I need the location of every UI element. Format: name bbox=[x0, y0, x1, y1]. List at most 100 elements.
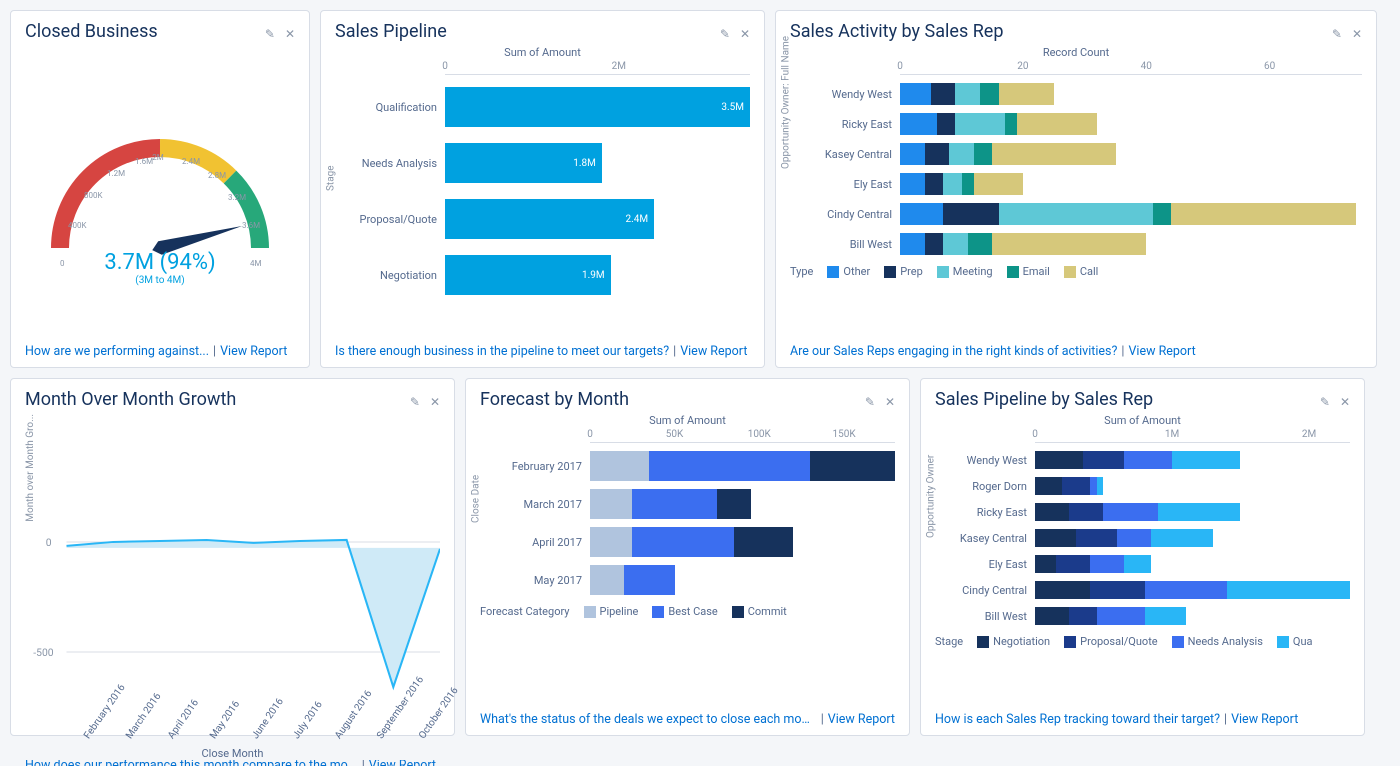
edit-icon[interactable]: ✎ bbox=[865, 395, 875, 409]
bar-segment[interactable] bbox=[900, 113, 937, 135]
legend-item[interactable]: Negotiation bbox=[977, 635, 1050, 648]
close-icon[interactable]: ✕ bbox=[430, 395, 440, 409]
bar-segment[interactable] bbox=[590, 527, 632, 557]
bar-segment[interactable] bbox=[1017, 113, 1097, 135]
close-icon[interactable]: ✕ bbox=[740, 27, 750, 41]
edit-icon[interactable]: ✎ bbox=[720, 27, 730, 41]
legend-item[interactable]: Best Case bbox=[652, 605, 717, 618]
bar-segment[interactable] bbox=[1171, 203, 1356, 225]
legend-item[interactable]: Pipeline bbox=[584, 605, 639, 618]
bar-segment[interactable] bbox=[900, 233, 925, 255]
bar-segment[interactable] bbox=[632, 489, 717, 519]
bar-segment[interactable] bbox=[925, 233, 943, 255]
edit-icon[interactable]: ✎ bbox=[1332, 27, 1342, 41]
bar-segment[interactable] bbox=[992, 143, 1115, 165]
legend-item[interactable]: Prep bbox=[884, 265, 923, 278]
bar-segment[interactable] bbox=[1097, 477, 1104, 495]
bar-segment[interactable] bbox=[1097, 607, 1145, 625]
bar-segment[interactable] bbox=[1090, 555, 1124, 573]
bar-segment[interactable] bbox=[590, 565, 624, 595]
bar-segment[interactable] bbox=[717, 489, 751, 519]
legend-item[interactable]: Qua bbox=[1277, 635, 1313, 648]
bar-segment[interactable] bbox=[943, 233, 968, 255]
bar-segment[interactable] bbox=[632, 527, 734, 557]
edit-icon[interactable]: ✎ bbox=[410, 395, 420, 409]
bar-segment[interactable]: 1.8M bbox=[445, 143, 602, 183]
bar-segment[interactable] bbox=[1153, 203, 1171, 225]
bar-segment[interactable] bbox=[590, 489, 632, 519]
bar-segment[interactable] bbox=[900, 203, 943, 225]
card-question-link[interactable]: How is each Sales Rep tracking toward th… bbox=[935, 712, 1220, 727]
bar-segment[interactable] bbox=[900, 143, 925, 165]
edit-icon[interactable]: ✎ bbox=[1320, 395, 1330, 409]
bar-segment[interactable] bbox=[1035, 503, 1069, 521]
edit-icon[interactable]: ✎ bbox=[265, 27, 275, 41]
card-question-link[interactable]: How are we performing against... bbox=[25, 344, 209, 359]
bar-segment[interactable] bbox=[1062, 477, 1089, 495]
close-icon[interactable]: ✕ bbox=[285, 27, 295, 41]
bar-segment[interactable]: 2.4M bbox=[445, 199, 654, 239]
card-question-link[interactable]: Are our Sales Reps engaging in the right… bbox=[790, 344, 1117, 359]
legend-item[interactable]: Proposal/Quote bbox=[1064, 635, 1158, 648]
bar-segment[interactable] bbox=[974, 143, 992, 165]
bar-segment[interactable] bbox=[925, 173, 943, 195]
bar-segment[interactable]: 1.9M bbox=[445, 255, 611, 295]
card-question-link[interactable]: What's the status of the deals we expect… bbox=[480, 712, 817, 727]
bar-segment[interactable] bbox=[1005, 113, 1017, 135]
view-report-link[interactable]: View Report bbox=[1231, 712, 1298, 727]
bar-segment[interactable] bbox=[734, 527, 793, 557]
bar-segment[interactable] bbox=[999, 203, 1153, 225]
bar-segment[interactable]: 3.5M bbox=[445, 87, 750, 127]
legend-item[interactable]: Email bbox=[1007, 265, 1050, 278]
bar-segment[interactable] bbox=[624, 565, 675, 595]
view-report-link[interactable]: View Report bbox=[369, 760, 436, 766]
bar-segment[interactable] bbox=[943, 203, 998, 225]
view-report-link[interactable]: View Report bbox=[680, 344, 747, 359]
bar-segment[interactable] bbox=[1069, 503, 1103, 521]
bar-segment[interactable] bbox=[810, 451, 895, 481]
legend-item[interactable]: Call bbox=[1064, 265, 1099, 278]
legend-item[interactable]: Commit bbox=[732, 605, 787, 618]
bar-segment[interactable] bbox=[1035, 555, 1056, 573]
bar-segment[interactable] bbox=[1227, 581, 1350, 599]
bar-segment[interactable] bbox=[1151, 529, 1213, 547]
bar-segment[interactable] bbox=[1056, 555, 1090, 573]
legend-item[interactable]: Meeting bbox=[937, 265, 993, 278]
bar-segment[interactable] bbox=[1145, 607, 1186, 625]
bar-segment[interactable] bbox=[992, 233, 1146, 255]
bar-segment[interactable] bbox=[1069, 607, 1096, 625]
legend-item[interactable]: Other bbox=[827, 265, 870, 278]
bar-segment[interactable] bbox=[1076, 529, 1117, 547]
bar-segment[interactable] bbox=[962, 173, 974, 195]
bar-segment[interactable] bbox=[943, 173, 961, 195]
bar-segment[interactable] bbox=[931, 83, 956, 105]
close-icon[interactable]: ✕ bbox=[885, 395, 895, 409]
bar-segment[interactable] bbox=[1035, 607, 1069, 625]
bar-segment[interactable] bbox=[1124, 555, 1151, 573]
bar-segment[interactable] bbox=[968, 233, 993, 255]
bar-segment[interactable] bbox=[1035, 451, 1083, 469]
legend-item[interactable]: Needs Analysis bbox=[1172, 635, 1263, 648]
bar-segment[interactable] bbox=[900, 173, 925, 195]
close-icon[interactable]: ✕ bbox=[1352, 27, 1362, 41]
bar-segment[interactable] bbox=[1117, 529, 1151, 547]
bar-segment[interactable] bbox=[1103, 503, 1158, 521]
bar-segment[interactable] bbox=[1172, 451, 1240, 469]
bar-segment[interactable] bbox=[590, 451, 649, 481]
bar-segment[interactable] bbox=[925, 143, 950, 165]
card-question-link[interactable]: How does our performance this month comp… bbox=[25, 760, 358, 766]
card-question-link[interactable]: Is there enough business in the pipeline… bbox=[335, 344, 669, 359]
view-report-link[interactable]: View Report bbox=[828, 712, 895, 727]
bar-segment[interactable] bbox=[1035, 529, 1076, 547]
bar-segment[interactable] bbox=[999, 83, 1054, 105]
bar-segment[interactable] bbox=[1124, 451, 1172, 469]
bar-segment[interactable] bbox=[1158, 503, 1240, 521]
bar-segment[interactable] bbox=[1035, 477, 1062, 495]
bar-segment[interactable] bbox=[949, 143, 974, 165]
bar-segment[interactable] bbox=[1090, 581, 1145, 599]
view-report-link[interactable]: View Report bbox=[1128, 344, 1195, 359]
bar-segment[interactable] bbox=[980, 83, 998, 105]
bar-segment[interactable] bbox=[1090, 477, 1097, 495]
bar-segment[interactable] bbox=[649, 451, 810, 481]
bar-segment[interactable] bbox=[1083, 451, 1124, 469]
